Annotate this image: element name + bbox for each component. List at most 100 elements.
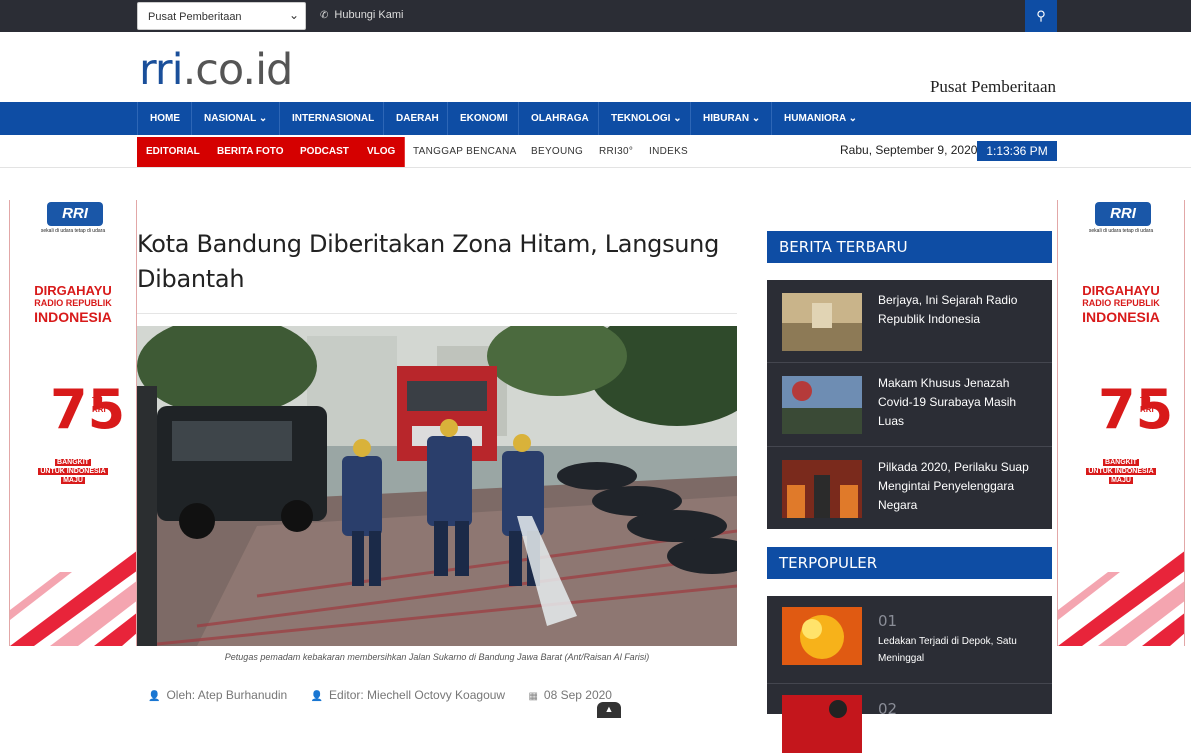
latest-news-heading: BERITA TERBARU [767, 231, 1052, 263]
nav-teknologi[interactable]: TEKNOLOGI ⌄ [598, 102, 694, 135]
motto-line3: MAJU [1109, 477, 1133, 484]
chevron-down-icon: ⌄ [288, 8, 299, 22]
subnav-vlog[interactable]: VLOG [358, 137, 406, 167]
user-icon: 👤 [148, 691, 161, 702]
news-title[interactable]: Pilkada 2020, Perilaku Suap Mengintai Pe… [878, 458, 1043, 515]
rri-logo: RRI [47, 202, 103, 226]
top-bar: Pusat Pemberitaan ⌄ ✆ Hubungi Kami ⚲ [0, 0, 1191, 32]
anniversary-number: 75 [50, 378, 126, 441]
logo-main: rri [139, 45, 184, 95]
news-thumbnail-image [782, 376, 862, 434]
subnav-indeks[interactable]: INDEKS [649, 137, 688, 167]
current-time: 1:13:36 PM [977, 141, 1057, 161]
banner-stripes [10, 551, 136, 646]
subnav-podcast[interactable]: PODCAST [291, 137, 359, 167]
anniv-org-text: RRI [1140, 405, 1154, 414]
article-photo-image [137, 326, 737, 646]
list-item[interactable]: 01 Ledakan Terjadi di Depok, Satu Mening… [767, 596, 1052, 684]
banner-stripes [1058, 551, 1184, 646]
author-text: Oleh: Atep Burhanudin [166, 688, 288, 702]
author-meta: 👤 Oleh: Atep Burhanudin [148, 688, 287, 702]
logo-domain: .co.id [182, 45, 294, 95]
date-meta: ▦ 08 Sep 2020 [528, 688, 612, 702]
site-select-value: Pusat Pemberitaan [148, 11, 242, 23]
news-thumbnail-image [782, 607, 862, 665]
nav-hiburan[interactable]: HIBURAN ⌄ [690, 102, 772, 135]
chevron-up-icon: ▲ [604, 704, 614, 714]
motto-line2: UNTUK INDONESIA [1086, 468, 1156, 475]
news-title[interactable]: Makam Khusus Jenazah Covid-19 Surabaya M… [878, 374, 1043, 431]
nav-teknologi-label: TEKNOLOGI [611, 113, 671, 124]
search-icon: ⚲ [1036, 8, 1046, 23]
rank-number: 01 [878, 612, 898, 630]
popular-heading: TERPOPULER [767, 547, 1052, 579]
motto-line3: MAJU [61, 477, 85, 484]
news-title[interactable]: Ledakan Terjadi di Depok, Satu Meninggal [878, 633, 1043, 667]
news-thumbnail-image [782, 460, 862, 518]
editor-meta: 👤 Editor: Miechell Octovy Koagouw [311, 688, 506, 702]
motto-line1: BANGKIT [55, 459, 91, 466]
left-anniversary-banner[interactable]: RRI sekali di udara tetap di udara DIRGA… [9, 200, 137, 646]
rri-slogan: sekali di udara tetap di udara [1088, 228, 1154, 234]
anniversary-number: 75 [1098, 378, 1174, 441]
anniversary-suffix: TH RRI [1140, 396, 1154, 414]
contact-link[interactable]: ✆ Hubungi Kami [320, 9, 403, 21]
article-meta: 👤 Oleh: Atep Burhanudin 👤 Editor: Miechell… [148, 688, 632, 702]
nav-olahraga[interactable]: OLAHRAGA [518, 102, 601, 135]
nav-home[interactable]: HOME [137, 102, 192, 135]
main-nav: HOME NASIONAL ⌄ INTERNASIONAL DAERAH EKO… [0, 102, 1191, 135]
site-select[interactable]: Pusat Pemberitaan ⌄ [137, 2, 306, 30]
nav-internasional[interactable]: INTERNASIONAL [279, 102, 386, 135]
scroll-top-button[interactable]: ▲ [597, 702, 621, 718]
banner-headline: DIRGAHAYU RADIO REPUBLIK INDONESIA [10, 284, 136, 324]
news-thumbnail [782, 695, 862, 753]
list-item[interactable]: Makam Khusus Jenazah Covid-19 Surabaya M… [767, 363, 1052, 447]
anniversary-suffix: TH RRI [92, 396, 106, 414]
site-logo[interactable]: rri.co.id [139, 45, 294, 95]
banner-motto: BANGKIT UNTUK INDONESIA MAJU [1058, 458, 1184, 485]
banner-line1: DIRGAHAYU [34, 283, 112, 298]
news-thumbnail [782, 376, 862, 434]
nav-nasional-label: NASIONAL [204, 113, 257, 124]
subnav-rri30[interactable]: RRI30° [599, 137, 633, 167]
subnav-tanggap-bencana[interactable]: TANGGAP BENCANA [413, 137, 517, 167]
article-photo[interactable] [137, 326, 737, 646]
nav-hiburan-label: HIBURAN [703, 113, 750, 124]
rri-logo: RRI [1095, 202, 1151, 226]
editor-text: Editor: Miechell Octovy Koagouw [329, 688, 506, 702]
nav-ekonomi[interactable]: EKONOMI [447, 102, 520, 135]
search-button[interactable]: ⚲ [1025, 0, 1057, 32]
banner-line2: RADIO REPUBLIK [34, 298, 112, 308]
list-item[interactable]: 02 [767, 684, 1052, 753]
phone-icon: ✆ [320, 10, 329, 21]
title-divider [137, 313, 737, 314]
subnav-beyoung[interactable]: BEYOUNG [531, 137, 583, 167]
date-text: 08 Sep 2020 [543, 688, 612, 702]
list-item[interactable]: Berjaya, Ini Sejarah Radio Republik Indo… [767, 280, 1052, 363]
popular-list: 01 Ledakan Terjadi di Depok, Satu Mening… [767, 596, 1052, 753]
latest-news-list: Berjaya, Ini Sejarah Radio Republik Indo… [767, 280, 1052, 529]
calendar-icon: ▦ [528, 691, 538, 702]
site-tagline: Pusat Pemberitaan [929, 77, 1056, 96]
news-thumbnail [782, 293, 862, 351]
news-title[interactable]: Berjaya, Ini Sejarah Radio Republik Indo… [878, 291, 1043, 329]
nav-daerah[interactable]: DAERAH [383, 102, 451, 135]
news-thumbnail-image [782, 695, 862, 753]
motto-line1: BANGKIT [1103, 459, 1139, 466]
right-anniversary-banner[interactable]: RRI sekali di udara tetap di udara DIRGA… [1057, 200, 1185, 646]
rri-slogan: sekali di udara tetap di udara [40, 228, 106, 234]
subnav-editorial[interactable]: EDITORIAL [137, 137, 210, 167]
anniv-suffix-text: TH [92, 396, 103, 405]
photo-caption: Petugas pemadam kebakaran membersihkan J… [224, 652, 650, 662]
subnav-berita-foto[interactable]: BERITA FOTO [208, 137, 294, 167]
news-thumbnail [782, 607, 862, 665]
banner-line2: RADIO REPUBLIK [1082, 298, 1160, 308]
banner-headline: DIRGAHAYU RADIO REPUBLIK INDONESIA [1058, 284, 1184, 324]
article-title: Kota Bandung Diberitakan Zona Hitam, Lan… [137, 230, 720, 293]
list-item[interactable]: Pilkada 2020, Perilaku Suap Mengintai Pe… [767, 447, 1052, 529]
nav-nasional[interactable]: NASIONAL ⌄ [191, 102, 279, 135]
banner-line1: DIRGAHAYU [1082, 283, 1160, 298]
motto-line2: UNTUK INDONESIA [38, 468, 108, 475]
banner-line3: INDONESIA [1082, 309, 1160, 325]
nav-humaniora[interactable]: HUMANIORA ⌄ [771, 102, 869, 135]
